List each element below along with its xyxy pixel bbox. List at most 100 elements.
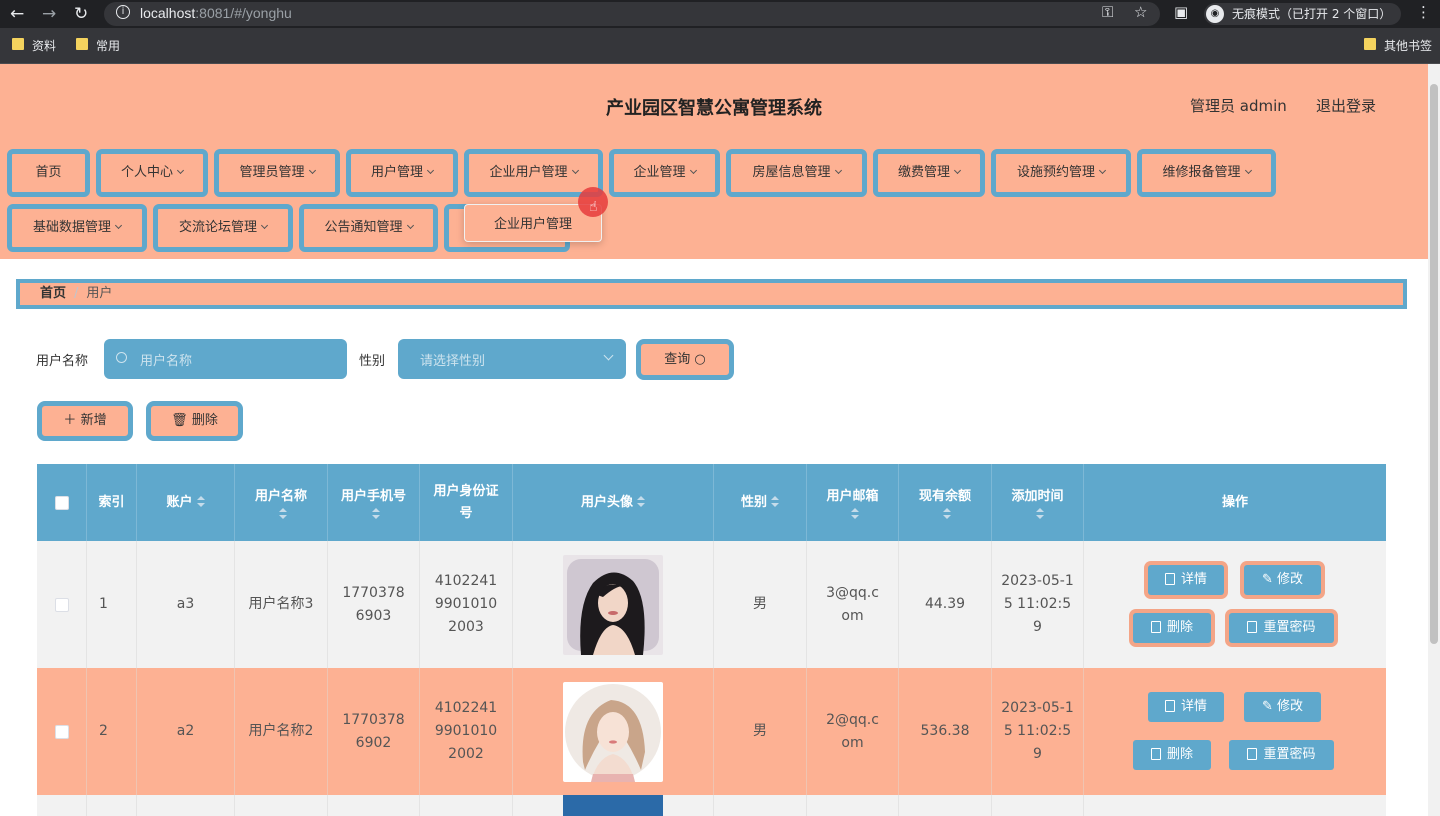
folder-icon [76, 38, 88, 50]
row-cell [37, 795, 87, 816]
breadcrumb: 首页 / 用户 [16, 279, 1407, 309]
sidepanel-icon[interactable]: ▣ [1174, 3, 1188, 21]
table-row[interactable] [37, 795, 1386, 816]
sort-icon[interactable] [943, 507, 951, 520]
user-avatar[interactable] [563, 681, 663, 782]
row-cell [137, 795, 235, 816]
col-name[interactable]: 用户名称 [235, 464, 328, 541]
reset-password-button[interactable]: 重置密码 [1229, 740, 1334, 770]
sort-icon[interactable] [1035, 507, 1044, 520]
menu-item-basedata[interactable]: 基础数据管理 [7, 204, 147, 252]
page-scrollbar[interactable] [1428, 64, 1440, 816]
sort-icon[interactable] [771, 496, 779, 508]
cell-avatar [513, 795, 714, 816]
incognito-badge[interactable]: ◉ 无痕模式（已打开 2 个窗口） [1204, 3, 1402, 25]
name-search-input[interactable]: 用户名称 [104, 339, 347, 379]
cell-gender: 男 [714, 668, 807, 795]
back-icon[interactable]: ← [10, 4, 24, 24]
col-time[interactable]: 添加时间 [992, 464, 1084, 541]
edit-button[interactable]: ✎ 修改 [1244, 565, 1321, 595]
row-checkbox[interactable] [54, 724, 69, 739]
address-bar[interactable]: i localhost:8081/#/yonghu [104, 2, 1160, 26]
select-all-checkbox-cell[interactable] [37, 464, 87, 541]
menu-item-forum[interactable]: 交流论坛管理 [153, 204, 293, 252]
cell-avatar [513, 668, 714, 795]
chevron-down-icon [176, 166, 185, 175]
gender-select[interactable]: 请选择性别 [398, 339, 626, 379]
detail-button[interactable]: 详情 [1148, 692, 1224, 722]
menu-item-personal[interactable]: 个人中心 [96, 149, 208, 197]
menu-kebab-icon[interactable]: ⋮ [1416, 3, 1431, 21]
delete-button[interactable]: 删除 [1133, 740, 1211, 770]
menu-item-admin[interactable]: 管理员管理 [214, 149, 340, 197]
menu-item-payment[interactable]: 缴费管理 [873, 149, 985, 197]
row-cell [420, 795, 513, 816]
trash-icon: 🗑 [171, 413, 188, 428]
cell-index: 1 [87, 541, 137, 668]
breadcrumb-home[interactable]: 首页 [40, 286, 66, 301]
menu-item-notice[interactable]: 公告通知管理 [299, 204, 438, 252]
cell-idcard: 410224199010102002 [420, 668, 513, 795]
table-row[interactable]: 1 a3 用户名称3 17703786903 41022419901010200… [37, 541, 1386, 668]
bookmark-folder-ziliao[interactable]: 资料 [12, 37, 56, 54]
col-email[interactable]: 用户邮箱 [807, 464, 899, 541]
delete-button[interactable]: 删除 [1133, 613, 1211, 643]
row-checkbox-cell[interactable] [37, 541, 87, 668]
col-balance[interactable]: 现有余额 [899, 464, 992, 541]
breadcrumb-current: 用户 [86, 286, 113, 301]
top-menu: 首页 个人中心 管理员管理 用户管理 企业用户管理 企业管理 房屋信息管理 缴费… [0, 144, 1428, 259]
chevron-down-icon [953, 166, 962, 175]
cell-name: 用户名称3 [235, 541, 328, 668]
batch-delete-button[interactable]: 🗑 删除 [146, 401, 243, 441]
edit-button[interactable]: ✎ 修改 [1244, 692, 1321, 722]
current-user: 管理员 admin [1190, 97, 1287, 115]
sort-icon[interactable] [637, 496, 645, 508]
sort-icon[interactable] [196, 496, 205, 508]
col-gender[interactable]: 性别 [714, 464, 807, 541]
edit-icon: ✎ [1261, 572, 1273, 587]
bookmark-folder-changyong[interactable]: 常用 [76, 37, 120, 54]
menu-item-users[interactable]: 用户管理 [346, 149, 458, 197]
chevron-down-icon [1098, 166, 1107, 175]
table-row[interactable]: 2 a2 用户名称2 17703786902 41022419901010200… [37, 668, 1386, 795]
cell-index: 2 [87, 668, 137, 795]
row-checkbox-cell[interactable] [37, 668, 87, 795]
site-info-icon[interactable]: i [116, 5, 130, 19]
cell-account: a2 [137, 668, 235, 795]
key-icon[interactable]: ⚿ [1102, 3, 1113, 21]
chevron-down-icon [260, 221, 269, 230]
user-avatar[interactable] [563, 554, 663, 655]
menu-item-facility[interactable]: 设施预约管理 [991, 149, 1131, 197]
query-button[interactable]: 查询 ○ [636, 339, 734, 380]
menu-item-repair[interactable]: 维修报备管理 [1137, 149, 1276, 197]
select-all-checkbox[interactable] [54, 495, 69, 510]
detail-button[interactable]: 详情 [1148, 565, 1224, 595]
sort-icon[interactable] [850, 507, 859, 520]
menu-item-enterprise[interactable]: 企业管理 [609, 149, 720, 197]
name-filter-label: 用户名称 [36, 354, 89, 369]
menu-item-housing[interactable]: 房屋信息管理 [726, 149, 867, 197]
reload-icon[interactable]: ↻ [74, 4, 88, 24]
col-account[interactable]: 账户 [137, 464, 235, 541]
row-checkbox[interactable] [54, 597, 69, 612]
col-avatar[interactable]: 用户头像 [513, 464, 714, 541]
bookmark-folder-other[interactable]: 其他书签 [1364, 37, 1432, 54]
gender-filter-label: 性别 [359, 354, 386, 369]
bookmark-star-icon[interactable]: ☆ [1134, 3, 1147, 21]
reset-password-button[interactable]: 重置密码 [1229, 613, 1334, 643]
cell-name: 用户名称2 [235, 668, 328, 795]
logout-link[interactable]: 退出登录 [1316, 95, 1376, 116]
app-page: 产业园区智慧公寓管理系统 管理员 admin 退出登录 首页 个人中心 管理员管… [0, 64, 1428, 816]
scrollbar-thumb[interactable] [1430, 84, 1438, 644]
incognito-icon: ◉ [1206, 5, 1224, 23]
sort-icon[interactable] [371, 507, 380, 520]
menu-item-home[interactable]: 首页 [7, 149, 90, 197]
user-avatar[interactable] [563, 795, 663, 816]
sort-icon[interactable] [279, 507, 287, 520]
bookmarks-bar: 资料 常用 其他书签 [0, 28, 1440, 64]
document-icon [1247, 748, 1258, 760]
add-button[interactable]: ＋ 新增 [37, 401, 133, 441]
forward-icon[interactable]: → [42, 4, 56, 24]
col-phone[interactable]: 用户手机号 [328, 464, 420, 541]
col-idcard[interactable]: 用户身份证号 [420, 464, 513, 541]
